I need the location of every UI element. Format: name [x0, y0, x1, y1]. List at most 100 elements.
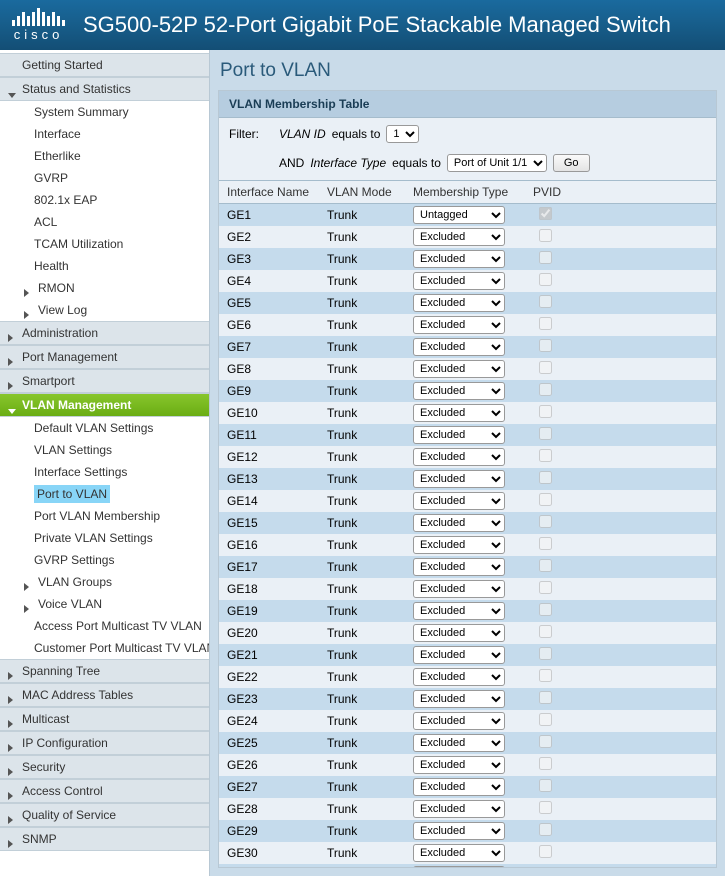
membership-select[interactable]: Excluded: [413, 470, 505, 488]
pvid-checkbox[interactable]: [539, 823, 552, 836]
interface-type-select[interactable]: Port of Unit 1/1: [447, 154, 547, 172]
pvid-checkbox[interactable]: [539, 647, 552, 660]
pvid-checkbox[interactable]: [539, 735, 552, 748]
nav-eap[interactable]: 802.1x EAP: [0, 189, 209, 211]
pvid-checkbox[interactable]: [539, 559, 552, 572]
nav-vlan-groups[interactable]: VLAN Groups: [0, 571, 209, 593]
membership-select[interactable]: Excluded: [413, 448, 505, 466]
membership-select[interactable]: Excluded: [413, 558, 505, 576]
pvid-checkbox[interactable]: [539, 427, 552, 440]
membership-select[interactable]: Excluded: [413, 514, 505, 532]
pvid-checkbox[interactable]: [539, 295, 552, 308]
pvid-checkbox[interactable]: [539, 779, 552, 792]
pvid-checkbox[interactable]: [539, 273, 552, 286]
pvid-checkbox[interactable]: [539, 691, 552, 704]
nav-voice-vlan[interactable]: Voice VLAN: [0, 593, 209, 615]
membership-select[interactable]: Excluded: [413, 382, 505, 400]
pvid-checkbox[interactable]: [539, 581, 552, 594]
pvid-checkbox[interactable]: [539, 207, 552, 220]
membership-select[interactable]: Excluded: [413, 624, 505, 642]
pvid-checkbox[interactable]: [539, 361, 552, 374]
pvid-checkbox[interactable]: [539, 383, 552, 396]
pvid-checkbox[interactable]: [539, 449, 552, 462]
nav-mac-tables[interactable]: MAC Address Tables: [0, 683, 209, 707]
pvid-checkbox[interactable]: [539, 757, 552, 770]
membership-select[interactable]: Excluded: [413, 316, 505, 334]
nav-vlan-management[interactable]: VLAN Management: [0, 393, 209, 417]
membership-select[interactable]: Excluded: [413, 250, 505, 268]
nav-health[interactable]: Health: [0, 255, 209, 277]
nav-customer-port-tv[interactable]: Customer Port Multicast TV VLAN: [0, 637, 209, 659]
pvid-checkbox[interactable]: [539, 317, 552, 330]
membership-select[interactable]: Excluded: [413, 778, 505, 796]
nav-port-management[interactable]: Port Management: [0, 345, 209, 369]
pvid-checkbox[interactable]: [539, 515, 552, 528]
pvid-checkbox[interactable]: [539, 405, 552, 418]
nav-ip-config[interactable]: IP Configuration: [0, 731, 209, 755]
pvid-checkbox[interactable]: [539, 669, 552, 682]
nav-gvrp[interactable]: GVRP: [0, 167, 209, 189]
membership-select[interactable]: Excluded: [413, 404, 505, 422]
pvid-checkbox[interactable]: [539, 251, 552, 264]
pvid-checkbox[interactable]: [539, 801, 552, 814]
membership-select[interactable]: Excluded: [413, 668, 505, 686]
pvid-checkbox[interactable]: [539, 537, 552, 550]
nav-view-log[interactable]: View Log: [0, 299, 209, 321]
nav-port-vlan-membership[interactable]: Port VLAN Membership: [0, 505, 209, 527]
membership-select[interactable]: Excluded: [413, 756, 505, 774]
nav-status[interactable]: Status and Statistics: [0, 77, 209, 101]
vlan-id-select[interactable]: 1: [386, 125, 419, 143]
nav-snmp[interactable]: SNMP: [0, 827, 209, 851]
membership-select[interactable]: Excluded: [413, 866, 505, 867]
membership-select[interactable]: Untagged: [413, 206, 505, 224]
pvid-checkbox[interactable]: [539, 603, 552, 616]
pvid-checkbox[interactable]: [539, 339, 552, 352]
membership-select[interactable]: Excluded: [413, 690, 505, 708]
membership-select[interactable]: Excluded: [413, 734, 505, 752]
pvid-checkbox[interactable]: [539, 845, 552, 858]
nav-spanning-tree[interactable]: Spanning Tree: [0, 659, 209, 683]
pvid-checkbox[interactable]: [539, 471, 552, 484]
pvid-checkbox[interactable]: [539, 493, 552, 506]
membership-select[interactable]: Excluded: [413, 646, 505, 664]
pvid-checkbox[interactable]: [539, 625, 552, 638]
membership-select[interactable]: Excluded: [413, 822, 505, 840]
membership-select[interactable]: Excluded: [413, 712, 505, 730]
nav-smartport[interactable]: Smartport: [0, 369, 209, 393]
nav-rmon[interactable]: RMON: [0, 277, 209, 299]
nav-access-control[interactable]: Access Control: [0, 779, 209, 803]
nav-etherlike[interactable]: Etherlike: [0, 145, 209, 167]
nav-access-port-tv[interactable]: Access Port Multicast TV VLAN: [0, 615, 209, 637]
pvid-checkbox[interactable]: [539, 713, 552, 726]
membership-select[interactable]: Excluded: [413, 536, 505, 554]
table-row: GE26TrunkExcluded: [219, 754, 716, 776]
membership-select[interactable]: Excluded: [413, 602, 505, 620]
membership-select[interactable]: Excluded: [413, 844, 505, 862]
nav-interface-settings[interactable]: Interface Settings: [0, 461, 209, 483]
membership-select[interactable]: Excluded: [413, 800, 505, 818]
nav-qos[interactable]: Quality of Service: [0, 803, 209, 827]
nav-gvrp-settings[interactable]: GVRP Settings: [0, 549, 209, 571]
nav-private-vlan[interactable]: Private VLAN Settings: [0, 527, 209, 549]
nav-multicast[interactable]: Multicast: [0, 707, 209, 731]
membership-select[interactable]: Excluded: [413, 228, 505, 246]
membership-select[interactable]: Excluded: [413, 360, 505, 378]
membership-select[interactable]: Excluded: [413, 338, 505, 356]
nav-acl[interactable]: ACL: [0, 211, 209, 233]
nav-getting-started[interactable]: Getting Started: [0, 53, 209, 77]
go-button[interactable]: Go: [553, 154, 590, 172]
nav-tcam[interactable]: TCAM Utilization: [0, 233, 209, 255]
membership-select[interactable]: Excluded: [413, 492, 505, 510]
nav-security[interactable]: Security: [0, 755, 209, 779]
nav-interface[interactable]: Interface: [0, 123, 209, 145]
nav-administration[interactable]: Administration: [0, 321, 209, 345]
membership-select[interactable]: Excluded: [413, 580, 505, 598]
nav-system-summary[interactable]: System Summary: [0, 101, 209, 123]
membership-select[interactable]: Excluded: [413, 294, 505, 312]
membership-select[interactable]: Excluded: [413, 272, 505, 290]
membership-select[interactable]: Excluded: [413, 426, 505, 444]
nav-vlan-settings[interactable]: VLAN Settings: [0, 439, 209, 461]
nav-port-to-vlan[interactable]: Port to VLAN: [0, 483, 209, 505]
nav-default-vlan[interactable]: Default VLAN Settings: [0, 417, 209, 439]
pvid-checkbox[interactable]: [539, 229, 552, 242]
